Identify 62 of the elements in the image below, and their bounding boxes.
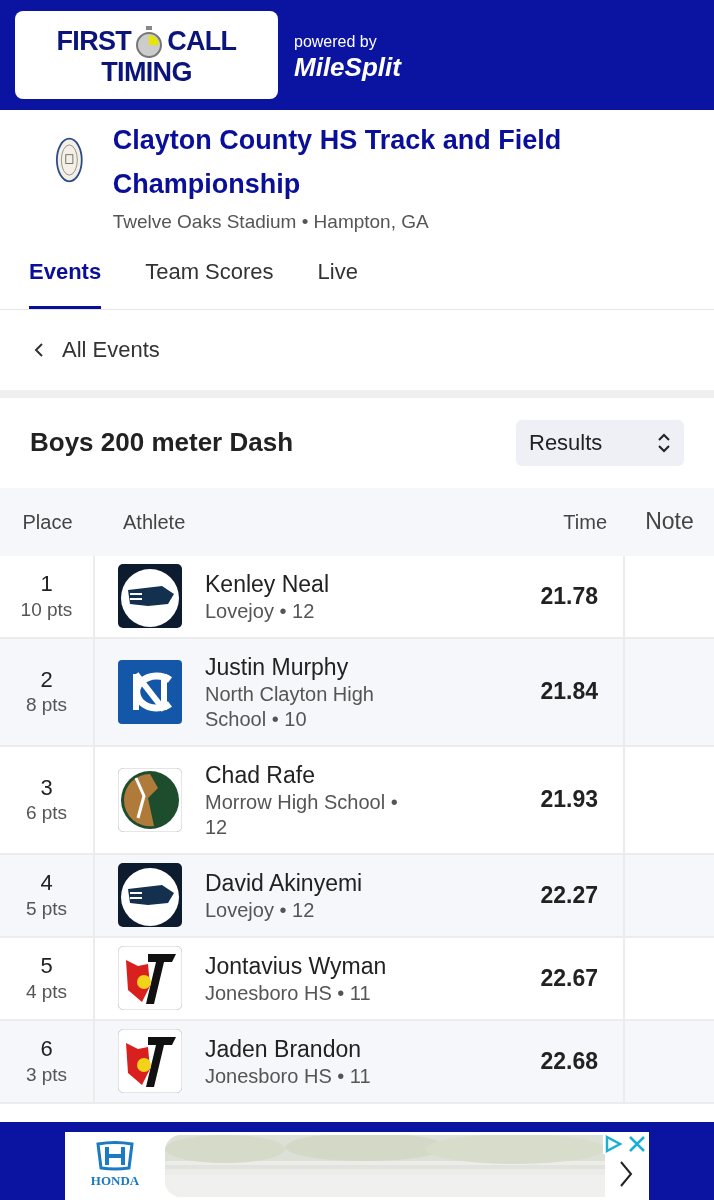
ad-choices-icon[interactable] xyxy=(603,1134,623,1154)
column-header: Athlete xyxy=(122,509,187,535)
athlete-name[interactable]: Chad Rafe xyxy=(205,759,415,790)
tab[interactable]: Live xyxy=(317,254,358,309)
athlete-name[interactable]: Jaden Brandon xyxy=(205,1033,415,1064)
time-value: 21.84 xyxy=(540,677,598,707)
school-grade: Lovejoy • 12 xyxy=(205,598,316,624)
points-text: 5 pts xyxy=(25,896,68,921)
sort-caret-icon xyxy=(657,432,671,453)
time-value: 22.67 xyxy=(540,963,598,993)
chevron-left-icon xyxy=(34,341,44,358)
panther-logo-icon xyxy=(118,863,182,927)
panther-logo-icon xyxy=(118,564,182,628)
time-value: 21.78 xyxy=(540,581,598,611)
school-grade: Jonesboro HS • 11 xyxy=(205,980,372,1006)
time-value: 21.93 xyxy=(540,785,598,815)
time-value: 22.68 xyxy=(540,1046,598,1076)
cardinal-logo-icon xyxy=(118,946,182,1010)
place-number: 4 xyxy=(40,869,53,897)
brand-name: HONDA xyxy=(90,1172,140,1191)
school-grade: Morrow High School • 12 xyxy=(205,789,399,840)
column-header: Time xyxy=(562,509,608,535)
logo-text: CALL xyxy=(167,28,237,55)
column-header: Place xyxy=(21,509,74,535)
brand-logo: MileSplit xyxy=(294,54,401,80)
athlete-name[interactable]: Justin Murphy xyxy=(205,651,415,682)
points-text: 6 pts xyxy=(25,801,68,826)
points-text: 10 pts xyxy=(20,597,73,622)
horse-logo-icon xyxy=(118,767,182,832)
place-number: 6 xyxy=(40,1035,53,1063)
chevron-right-icon[interactable] xyxy=(619,1160,633,1188)
column-header: Note xyxy=(644,507,695,537)
logo-text: TIMING xyxy=(101,58,192,86)
event-title: Boys 200 meter Dash xyxy=(30,426,294,459)
points-text: 3 pts xyxy=(25,1062,68,1087)
tab[interactable]: Events xyxy=(29,254,102,309)
back-link[interactable]: All Events xyxy=(0,309,714,390)
close-icon[interactable] xyxy=(627,1134,647,1154)
ad-banner[interactable]: HONDA xyxy=(65,1132,649,1200)
monogram-logo-icon xyxy=(118,659,182,724)
points-text: 8 pts xyxy=(25,693,68,718)
school-grade: Jonesboro HS • 11 xyxy=(205,1063,372,1089)
tab[interactable]: Team Scores xyxy=(145,254,274,309)
place-number: 1 xyxy=(40,570,53,598)
athlete-name[interactable]: Jontavius Wyman xyxy=(205,950,415,981)
view-select[interactable]: Results xyxy=(516,419,684,466)
car-brand-icon xyxy=(95,1141,135,1172)
points-text: 4 pts xyxy=(25,979,68,1004)
school-grade: Lovejoy • 12 xyxy=(205,897,316,923)
meet-title: Clayton County HS Track and Field Championship xyxy=(112,124,563,201)
school-grade: North Clayton High School • 10 xyxy=(205,681,375,732)
place-number: 3 xyxy=(40,773,53,802)
athlete-name[interactable]: David Akinyemi xyxy=(205,867,415,898)
logo-text: FIRST xyxy=(56,28,132,55)
stopwatch-icon xyxy=(135,24,164,59)
athlete-name[interactable]: Kenley Neal xyxy=(205,568,415,599)
time-value: 22.27 xyxy=(540,880,598,910)
meet-venue: Twelve Oaks Stadium • Hampton, GA xyxy=(112,210,430,234)
cardinal-logo-icon xyxy=(118,1029,182,1093)
place-number: 2 xyxy=(40,665,53,694)
place-number: 5 xyxy=(40,952,53,980)
powered-by-text: powered by xyxy=(294,32,378,52)
